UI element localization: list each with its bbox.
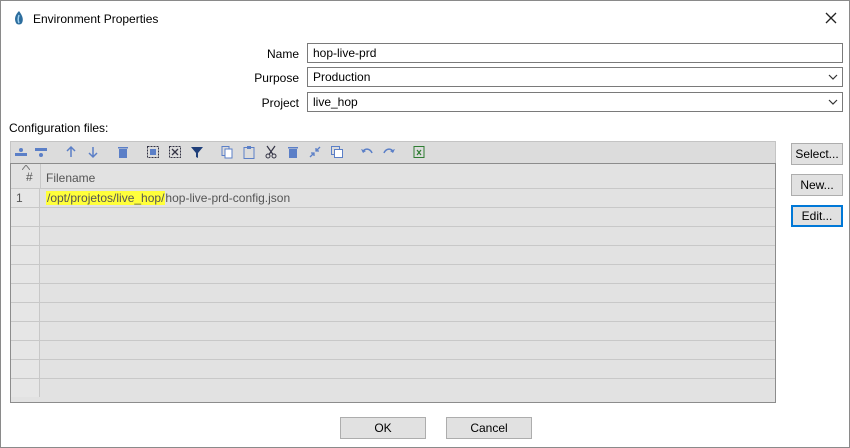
table-row[interactable] [11, 207, 775, 226]
purpose-select[interactable]: Production [307, 67, 843, 87]
paste-icon[interactable] [242, 145, 256, 159]
row-number-cell [11, 341, 40, 359]
row-number-cell [11, 208, 40, 226]
clear-selection-icon[interactable] [168, 145, 182, 159]
table-row[interactable] [11, 226, 775, 245]
redo-icon[interactable] [382, 145, 396, 159]
export-excel-icon[interactable] [412, 145, 426, 159]
ok-button[interactable]: OK [340, 417, 426, 439]
row-number-cell: 1 [11, 189, 40, 207]
table-row[interactable] [11, 245, 775, 264]
purpose-value: Production [313, 70, 371, 84]
delete-rows-icon[interactable] [286, 145, 300, 159]
table-row[interactable]: 1 /opt/projetos/live_hop/hop-live-prd-co… [11, 188, 775, 207]
new-button[interactable]: New... [791, 174, 843, 196]
row-number-cell [11, 379, 40, 397]
name-field[interactable]: hop-live-prd [307, 43, 843, 63]
cut-icon[interactable] [264, 145, 278, 159]
environment-properties-dialog: Environment Properties Name hop-live-prd… [0, 0, 850, 448]
filter-icon[interactable] [190, 145, 204, 159]
row-number-cell [11, 265, 40, 283]
project-label: Project [261, 96, 299, 110]
row-number-cell [11, 246, 40, 264]
select-all-icon[interactable] [146, 145, 160, 159]
row-number-cell [11, 322, 40, 340]
project-value: live_hop [313, 95, 358, 109]
table-row[interactable] [11, 378, 775, 397]
name-label: Name [266, 47, 299, 61]
name-value: hop-live-prd [313, 46, 377, 60]
close-icon[interactable] [819, 7, 843, 29]
configuration-files-table: # Filename 1 /opt/projetos/live_hop/hop-… [10, 163, 776, 403]
row-number: 1 [16, 191, 23, 205]
move-up-icon[interactable] [64, 145, 78, 159]
collapse-icon[interactable] [308, 145, 322, 159]
window-title: Environment Properties [33, 12, 159, 26]
delete-icon[interactable] [116, 145, 130, 159]
insert-before-icon[interactable] [14, 145, 28, 159]
table-row[interactable] [11, 283, 775, 302]
project-select[interactable]: live_hop [307, 92, 843, 112]
filename-path-highlight: /opt/projetos/live_hop/ [46, 191, 166, 205]
column-header-filename[interactable]: Filename [46, 171, 95, 185]
move-down-icon[interactable] [86, 145, 100, 159]
table-toolbar [10, 141, 776, 163]
chevron-down-icon [827, 71, 839, 83]
chevron-down-icon [827, 96, 839, 108]
table-row[interactable] [11, 321, 775, 340]
table-row[interactable] [11, 359, 775, 378]
copy-icon[interactable] [220, 145, 234, 159]
table-row[interactable] [11, 340, 775, 359]
purpose-label: Purpose [254, 71, 299, 85]
column-number-label: # [26, 170, 33, 184]
filename-cell[interactable]: /opt/projetos/live_hop/hop-live-prd-conf… [46, 191, 290, 205]
filename-path-rest: hop-live-prd-config.json [165, 191, 291, 205]
configuration-files-label: Configuration files: [9, 121, 109, 135]
duplicate-icon[interactable] [330, 145, 344, 159]
app-logo-icon [12, 10, 26, 26]
undo-icon[interactable] [360, 145, 374, 159]
title-bar: Environment Properties [1, 1, 849, 35]
row-number-cell [11, 227, 40, 245]
cancel-button[interactable]: Cancel [446, 417, 532, 439]
row-number-cell [11, 284, 40, 302]
insert-after-icon[interactable] [34, 145, 48, 159]
edit-button[interactable]: Edit... [791, 205, 843, 227]
row-number-cell [11, 303, 40, 321]
row-number-cell [11, 360, 40, 378]
table-row[interactable] [11, 264, 775, 283]
table-row[interactable] [11, 302, 775, 321]
select-button[interactable]: Select... [791, 143, 843, 165]
column-header-number[interactable]: # [11, 164, 41, 188]
table-header: # Filename [11, 164, 775, 188]
